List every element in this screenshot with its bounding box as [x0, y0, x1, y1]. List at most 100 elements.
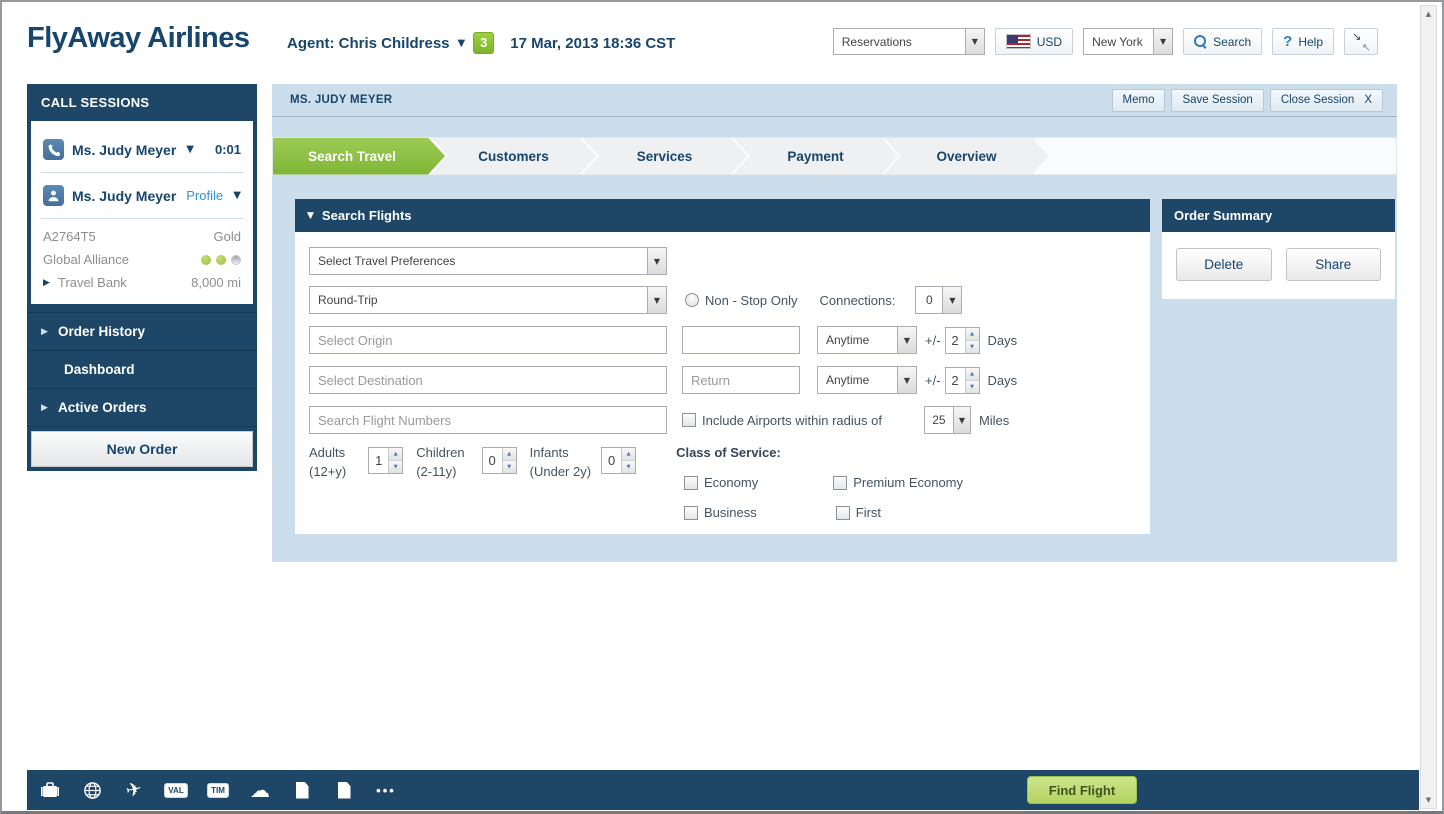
collapse-caret-icon[interactable]: ▼	[307, 211, 314, 221]
connections-select[interactable]: 0 ▼	[915, 286, 962, 314]
document2-icon[interactable]	[333, 778, 355, 802]
customer-profile-row[interactable]: Ms. Judy Meyer Profile ▼	[41, 179, 243, 212]
new-order-button[interactable]: New Order	[31, 431, 253, 467]
sidebar-item-active-orders[interactable]: ▶ Active Orders	[27, 388, 257, 426]
travel-bank-row[interactable]: ▶ Travel Bank 8,000 mi	[41, 271, 243, 294]
close-x-icon[interactable]: X	[1364, 94, 1372, 106]
stepper-up-icon[interactable]: ▲	[389, 448, 402, 461]
scroll-down-icon[interactable]: ▼	[1421, 792, 1436, 808]
cloud-icon[interactable]: ☁	[249, 778, 271, 802]
select-arrow-button[interactable]: ▼	[897, 367, 916, 393]
class-business-option[interactable]: Business	[684, 505, 757, 520]
origin-input[interactable]	[309, 326, 667, 354]
radius-select[interactable]: 25 ▼	[924, 406, 971, 434]
business-checkbox[interactable]	[684, 506, 698, 520]
briefcase-icon[interactable]	[39, 778, 61, 802]
call-sessions-title: CALL SESSIONS	[27, 84, 257, 121]
infants-stepper[interactable]: 0 ▲▼	[601, 447, 636, 474]
non-stop-label: Non - Stop Only	[705, 293, 798, 308]
location-select-button[interactable]: ▼	[1153, 29, 1172, 54]
non-stop-radio[interactable]	[685, 293, 699, 307]
class-economy-option[interactable]: Economy	[684, 475, 758, 490]
divider	[41, 172, 243, 173]
expand-arrow-icon: ▶	[41, 403, 49, 413]
search-flights-header[interactable]: ▼ Search Flights	[295, 199, 1150, 232]
location-select[interactable]: New York ▼	[1083, 28, 1173, 55]
return-date-input[interactable]	[682, 366, 800, 394]
stepper-down-icon[interactable]: ▼	[622, 461, 635, 473]
memo-button[interactable]: Memo	[1112, 89, 1166, 112]
share-button[interactable]: Share	[1286, 248, 1382, 281]
top-header: FlyAway Airlines Agent: Chris Childress …	[2, 2, 1412, 82]
select-arrow-button[interactable]: ▼	[647, 287, 666, 313]
currency-button[interactable]: USD	[995, 28, 1073, 55]
adults-stepper[interactable]: 1 ▲▼	[368, 447, 403, 474]
first-checkbox[interactable]	[836, 506, 850, 520]
order-summary-header: Order Summary	[1162, 199, 1395, 232]
more-icon[interactable]: •••	[375, 778, 397, 802]
select-arrow-button[interactable]: ▼	[953, 407, 970, 433]
tab-payment[interactable]: Payment	[733, 138, 898, 175]
stepper-down-icon[interactable]: ▼	[503, 461, 516, 473]
scroll-up-icon[interactable]: ▲	[1421, 6, 1436, 22]
document-icon[interactable]	[291, 778, 313, 802]
select-arrow-button[interactable]: ▼	[942, 287, 961, 313]
depart-days-label: Days	[988, 333, 1018, 348]
status-dot-gray	[231, 255, 241, 265]
stepper-up-icon[interactable]: ▲	[966, 328, 979, 341]
module-select-button[interactable]: ▼	[965, 29, 984, 54]
radius-checkbox[interactable]	[682, 413, 696, 427]
depart-date-input[interactable]	[682, 326, 800, 354]
profile-link[interactable]: Profile	[186, 188, 223, 203]
return-time-select[interactable]: Anytime ▼	[817, 366, 917, 394]
stepper-up-icon[interactable]: ▲	[622, 448, 635, 461]
class-first-option[interactable]: First	[836, 505, 881, 520]
tim-icon[interactable]: TIM	[207, 778, 229, 802]
plane-icon[interactable]: ✈	[123, 778, 145, 802]
find-flight-button[interactable]: Find Flight	[1027, 776, 1137, 804]
phone-icon	[43, 139, 64, 160]
sidebar-item-order-history[interactable]: ▶ Order History	[27, 312, 257, 350]
sidebar-item-dashboard[interactable]: Dashboard	[27, 350, 257, 388]
module-select[interactable]: Reservations ▼	[833, 28, 985, 55]
class-premium-economy-option[interactable]: Premium Economy	[833, 475, 963, 490]
search-button[interactable]: Search	[1183, 28, 1262, 55]
collapse-button[interactable]: ↘ ↖	[1344, 28, 1378, 55]
select-arrow-button[interactable]: ▼	[647, 248, 666, 274]
stepper-down-icon[interactable]: ▼	[966, 341, 979, 353]
stepper-down-icon[interactable]: ▼	[389, 461, 402, 473]
close-session-button[interactable]: Close Session X	[1270, 89, 1383, 112]
vertical-scrollbar[interactable]: ▲ ▼	[1420, 5, 1437, 809]
stepper-up-icon[interactable]: ▲	[503, 448, 516, 461]
flight-numbers-input[interactable]	[309, 406, 667, 434]
tab-search-travel[interactable]: Search Travel	[273, 138, 445, 175]
help-button[interactable]: ? Help	[1272, 28, 1334, 55]
premium-economy-checkbox[interactable]	[833, 476, 847, 490]
travel-preferences-select[interactable]: Select Travel Preferences ▼	[309, 247, 667, 275]
profile-dropdown-caret-icon[interactable]: ▼	[233, 190, 241, 201]
tab-overview[interactable]: Overview	[884, 138, 1049, 175]
stepper-up-icon[interactable]: ▲	[966, 368, 979, 381]
trip-type-select[interactable]: Round-Trip ▼	[309, 286, 667, 314]
globe-icon[interactable]	[81, 778, 103, 802]
expand-arrow-icon[interactable]: ▶	[43, 278, 50, 288]
stepper-down-icon[interactable]: ▼	[966, 381, 979, 393]
economy-checkbox[interactable]	[684, 476, 698, 490]
children-stepper[interactable]: 0 ▲▼	[482, 447, 517, 474]
call-dropdown-caret-icon[interactable]: ▼	[186, 144, 194, 155]
agent-dropdown-caret-icon[interactable]: ▼	[458, 38, 466, 49]
destination-input[interactable]	[309, 366, 667, 394]
val-icon[interactable]: VAL	[165, 778, 187, 802]
caller-name: Ms. Judy Meyer	[72, 142, 176, 158]
wizard-tabstrip: Search Travel Customers Services Payment…	[272, 137, 1397, 175]
active-call-row[interactable]: Ms. Judy Meyer ▼ 0:01	[41, 133, 243, 166]
depart-time-select[interactable]: Anytime ▼	[817, 326, 917, 354]
tab-services[interactable]: Services	[582, 138, 747, 175]
tab-customers[interactable]: Customers	[431, 138, 596, 175]
select-arrow-button[interactable]: ▼	[897, 327, 916, 353]
save-session-button[interactable]: Save Session	[1171, 89, 1263, 112]
return-days-stepper[interactable]: 2 ▲▼	[945, 367, 980, 394]
delete-button[interactable]: Delete	[1176, 248, 1272, 281]
depart-days-stepper[interactable]: 2 ▲▼	[945, 327, 980, 354]
help-icon: ?	[1283, 33, 1292, 50]
